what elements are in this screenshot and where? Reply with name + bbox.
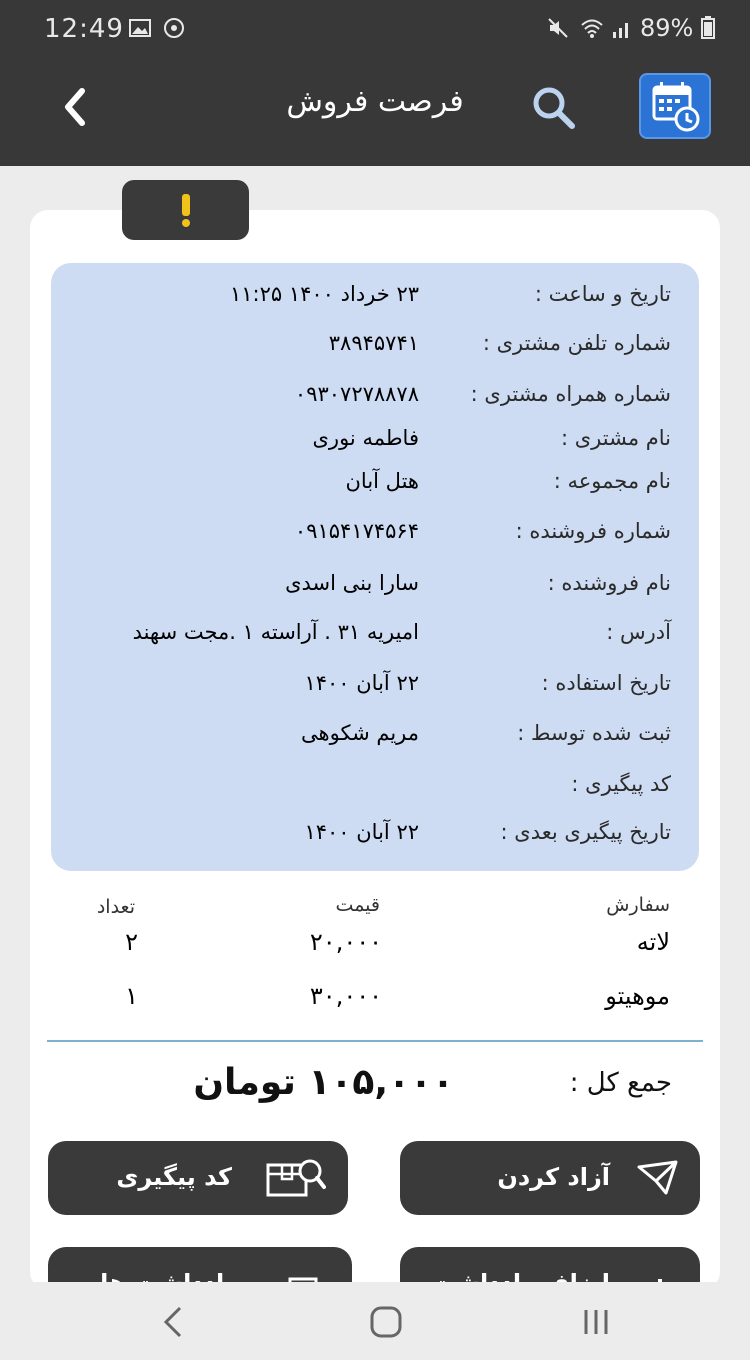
order-qty: ۱ [125, 982, 138, 1010]
value-registered-by: مریم شکوهی [301, 721, 419, 745]
value-customer-mobile: ۰۹۳۰۷۲۷۸۸۷۸ [294, 382, 419, 406]
label-customer-phone: شماره تلفن مشتری : [482, 331, 671, 355]
package-search-icon [266, 1159, 326, 1197]
exclamation-icon [181, 194, 190, 227]
calendar-clock-icon [652, 82, 700, 132]
release-button[interactable]: آزاد کردن [400, 1141, 700, 1215]
details-panel: تاریخ و ساعت : ۲۳ خرداد ۱۴۰۰ ۱۱:۲۵ شماره… [51, 263, 699, 871]
page-title: فرصت فروش [286, 84, 464, 119]
sync-icon [164, 18, 184, 38]
label-registered-by: ثبت شده توسط : [517, 721, 671, 745]
back-button[interactable] [50, 82, 100, 132]
calendar-button[interactable] [639, 73, 711, 139]
search-icon[interactable] [528, 82, 578, 132]
total-value: ۱۰۵,۰۰۰ تومان [193, 1062, 454, 1103]
nav-recents-icon[interactable] [574, 1300, 618, 1344]
order-item: لاته [636, 928, 670, 956]
system-nav-bar [0, 1282, 750, 1360]
label-datetime: تاریخ و ساعت : [534, 282, 671, 306]
label-usage-date: تاریخ استفاده : [541, 671, 671, 695]
release-button-label: آزاد کردن [497, 1163, 610, 1191]
status-time: 12:49 [44, 14, 124, 44]
divider [47, 1040, 703, 1042]
value-customer-name: فاطمه نوری [312, 426, 420, 450]
nav-back-icon[interactable] [152, 1300, 196, 1344]
label-customer-mobile: شماره همراه مشتری : [470, 382, 671, 406]
label-seller-name: نام فروشنده : [547, 571, 671, 595]
mute-icon [548, 18, 568, 38]
value-datetime: ۲۳ خرداد ۱۴۰۰ ۱۱:۲۵ [229, 282, 419, 306]
status-bar: 12:49 89% [0, 0, 750, 58]
value-usage-date: ۲۲ آبان ۱۴۰۰ [304, 671, 419, 695]
chevron-left-icon [65, 88, 85, 126]
nav-home-icon[interactable] [364, 1300, 408, 1344]
order-price: ۳۰,۰۰۰ [309, 982, 382, 1010]
battery-icon [701, 16, 715, 39]
label-seller-phone: شماره فروشنده : [515, 519, 671, 543]
tracking-code-button-label: کد پیگیری [116, 1163, 232, 1191]
label-tracking-code: کد پیگیری : [571, 772, 671, 796]
value-seller-name: سارا بنی اسدی [285, 571, 419, 595]
orders-header-price: قیمت [335, 894, 380, 916]
order-price: ۲۰,۰۰۰ [309, 928, 382, 956]
order-qty: ۲ [125, 928, 138, 956]
total-label: جمع کل : [569, 1068, 672, 1098]
value-next-followup: ۲۲ آبان ۱۴۰۰ [304, 820, 419, 844]
value-customer-phone: ۳۸۹۴۵۷۴۱ [328, 331, 419, 355]
label-next-followup: تاریخ پیگیری بعدی : [500, 820, 671, 844]
send-icon [637, 1160, 678, 1195]
value-address: امیریه ۳۱ . آراسته ۱ .مجت سهند [132, 620, 419, 644]
value-business-name: هتل آبان [345, 469, 420, 493]
signal-icon [613, 23, 628, 38]
label-customer-name: نام مشتری : [560, 426, 671, 450]
warning-tag[interactable] [122, 180, 249, 240]
image-icon [129, 19, 151, 37]
app-bar: فرصت فروش [0, 58, 750, 166]
wifi-icon [581, 19, 603, 38]
order-item: موهیتو [605, 982, 670, 1010]
orders-header-item: سفارش [606, 894, 670, 916]
label-business-name: نام مجموعه : [553, 469, 671, 493]
orders-header-qty: تعداد [96, 896, 135, 918]
battery-percent: 89% [640, 14, 694, 42]
value-seller-phone: ۰۹۱۵۴۱۷۴۵۶۴ [294, 519, 419, 543]
label-address: آدرس : [606, 620, 671, 644]
tracking-code-button[interactable]: کد پیگیری [48, 1141, 348, 1215]
